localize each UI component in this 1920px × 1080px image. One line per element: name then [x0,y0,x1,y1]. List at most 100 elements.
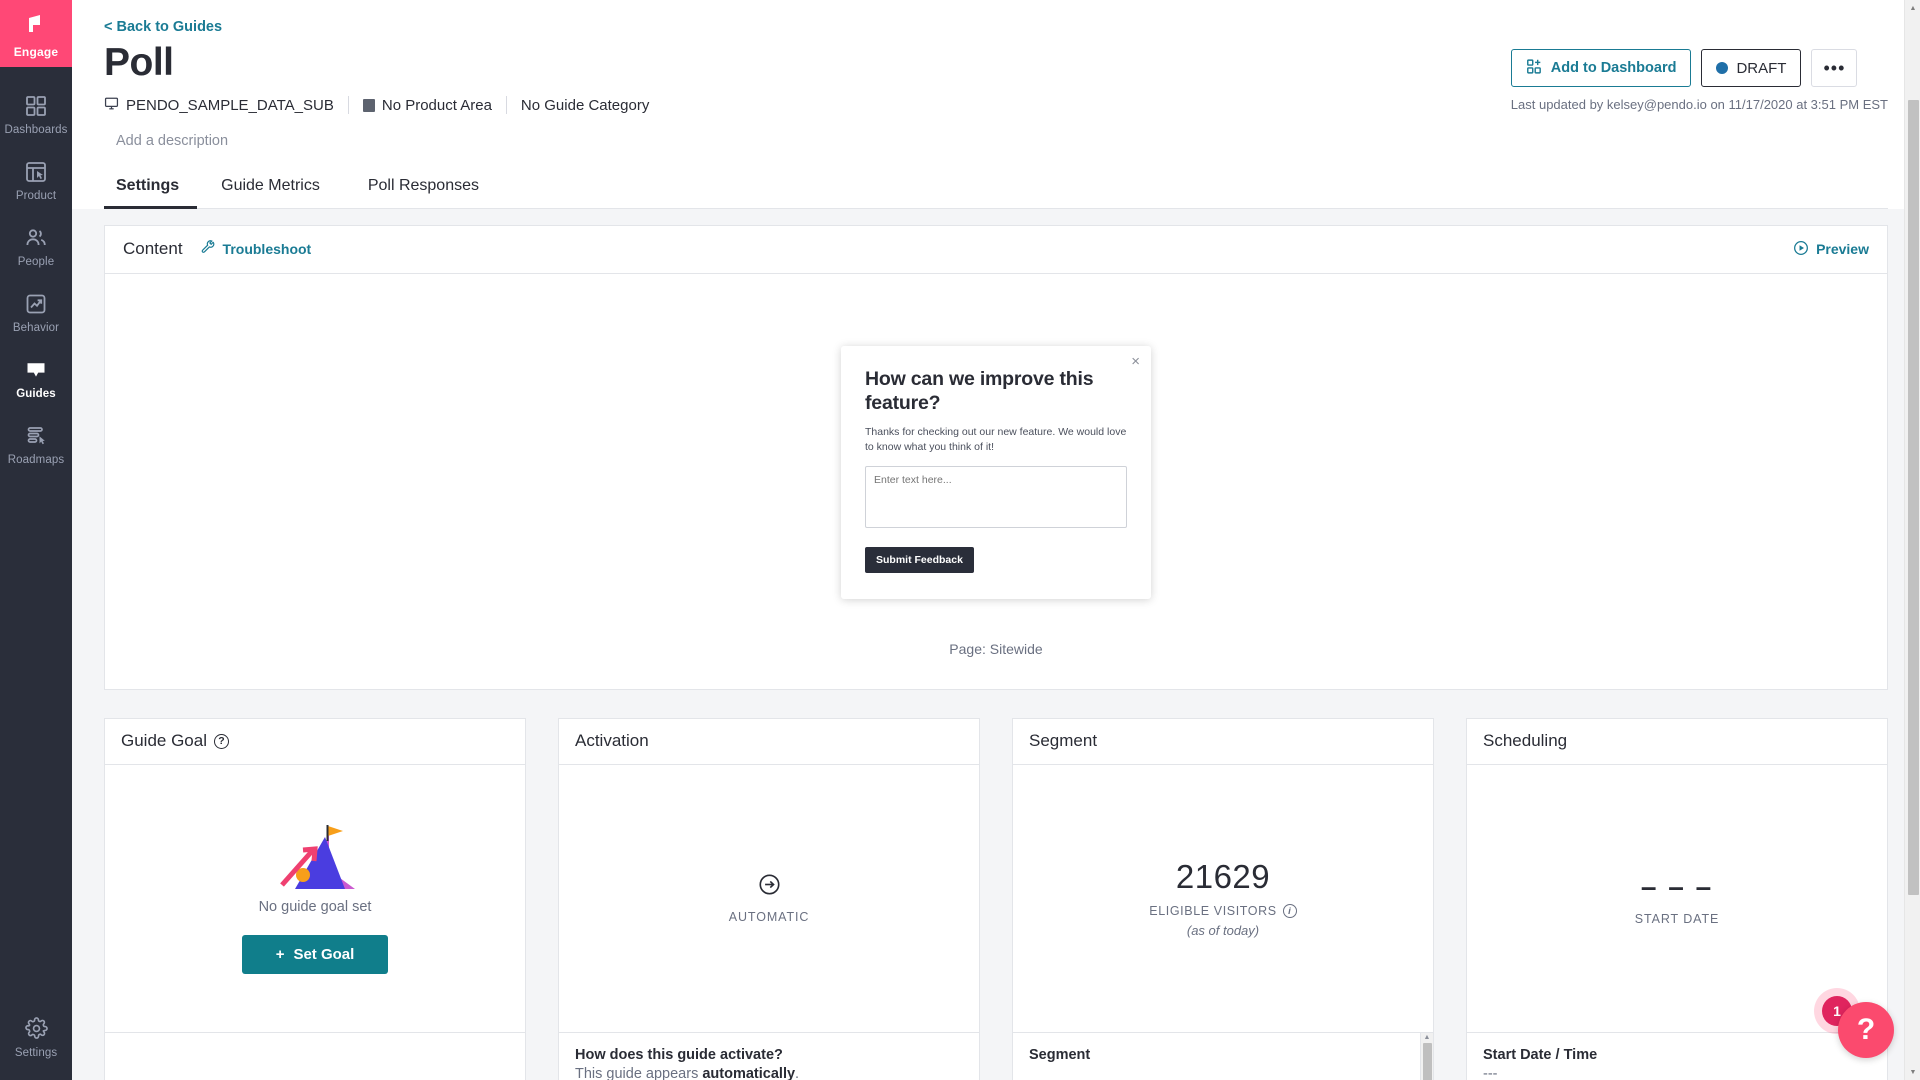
back-to-guides-link[interactable]: < Back to Guides [104,19,222,35]
guides-icon [23,357,49,383]
segment-footer-scrollbar[interactable]: ▲ [1420,1033,1433,1080]
help-launcher: 1 ? [1814,984,1894,1058]
sidebar-item-roadmaps[interactable]: Roadmaps [0,411,72,477]
sidebar-bottom: Settings [0,1004,72,1080]
activation-footer: How does this guide activate? This guide… [559,1033,979,1080]
start-date-caption: START DATE [1635,912,1719,926]
main-region: < Back to Guides Poll [72,0,1920,1080]
activation-header: Activation [559,719,979,765]
sidebar-item-people[interactable]: People [0,213,72,279]
segment-card: Segment 21629 ELIGIBLE VISITORS i (as of… [1012,718,1434,1080]
plus-icon: + [276,946,285,963]
info-icon[interactable]: i [1283,904,1297,918]
activation-body: AUTOMATIC [559,765,979,1033]
tab-bar: Settings Guide Metrics Poll Responses [104,169,1888,209]
product-icon [23,159,49,185]
header-actions: Add to Dashboard DRAFT ••• [1511,49,1888,87]
meta-guide-category-label: No Guide Category [521,97,649,114]
status-draft-button[interactable]: DRAFT [1701,49,1801,87]
meta-product-area[interactable]: No Product Area [349,97,506,114]
help-icon[interactable]: ? [214,734,229,749]
set-goal-button[interactable]: + Set Goal [242,935,389,974]
sidebar-item-label: Settings [15,1047,57,1059]
activation-foot-prefix: This guide appears [575,1066,702,1080]
pendo-logo-icon [23,12,49,43]
activation-value: AUTOMATIC [729,910,810,924]
scrollbar-thumb[interactable] [1423,1043,1432,1080]
segment-footer: Segment ▲ [1013,1033,1433,1080]
segment-body: 21629 ELIGIBLE VISITORS i (as of today) [1013,765,1433,1033]
poll-text-input[interactable] [865,466,1127,528]
sidebar-item-guides[interactable]: Guides [0,345,72,411]
segment-header: Segment [1013,719,1433,765]
sidebar-item-label: Behavior [13,322,59,334]
brand-engage[interactable]: Engage [0,0,72,67]
more-options-button[interactable]: ••• [1811,49,1857,87]
help-button[interactable]: ? [1838,1002,1894,1058]
title-block: Poll PENDO_SAMPLE_DA [104,41,663,115]
settings-tab-content: Content Troubleshoot [72,209,1920,1080]
eligible-visitors-note: (as of today) [1187,923,1259,938]
guide-goal-empty-text: No guide goal set [259,899,372,915]
poll-submit-button[interactable]: Submit Feedback [865,547,974,573]
poll-preview-modal: × How can we improve this feature? Thank… [841,346,1151,599]
meta-app[interactable]: PENDO_SAMPLE_DATA_SUB [104,96,348,115]
tab-poll-responses[interactable]: Poll Responses [344,169,503,209]
sidebar-item-behavior[interactable]: Behavior [0,279,72,345]
page-scrollbar[interactable]: ▲ ▼ [1904,0,1920,1080]
status-dot-icon [1716,62,1728,74]
scroll-up-arrow-icon[interactable]: ▲ [1421,1033,1433,1043]
sidebar-item-label: People [18,256,54,268]
scheduling-foot-value: --- [1483,1066,1871,1080]
page-scope-label: Page: Sitewide [949,641,1042,657]
sidebar-nav-list: Dashboards Product [0,67,72,477]
sidebar-item-label: Guides [16,388,56,400]
add-description-field[interactable]: Add a description [104,133,1888,149]
tab-settings[interactable]: Settings [104,169,197,209]
add-to-dashboard-button[interactable]: Add to Dashboard [1511,49,1692,87]
preview-button[interactable]: Preview [1793,240,1869,259]
wrench-icon [201,240,216,258]
scroll-up-arrow-icon[interactable]: ▲ [1905,0,1920,16]
close-icon[interactable]: × [1131,354,1140,369]
meta-guide-category[interactable]: No Guide Category [507,97,663,114]
activation-foot-text: This guide appears automatically. [575,1066,963,1080]
content-card: Content Troubleshoot [104,225,1888,690]
sidebar-item-label: Roadmaps [8,454,64,466]
poll-subtitle: Thanks for checking out our new feature.… [865,425,1127,455]
sidebar-item-label: Product [16,190,56,202]
scheduling-foot-title: Start Date / Time [1483,1047,1871,1063]
scheduling-title: Scheduling [1483,731,1567,751]
primary-sidebar: Engage Dashboards [0,0,72,1080]
eligible-visitors-value: 21629 [1176,858,1270,896]
ellipsis-icon: ••• [1824,58,1846,79]
sidebar-item-dashboards[interactable]: Dashboards [0,81,72,147]
page-scrollbar-thumb[interactable] [1908,100,1919,895]
mountain-flag-illustration [269,823,361,895]
content-card-header: Content Troubleshoot [105,226,1887,274]
troubleshoot-label: Troubleshoot [223,241,312,257]
guide-goal-header: Guide Goal ? [105,719,525,765]
scheduling-header: Scheduling [1467,719,1887,765]
sidebar-item-settings[interactable]: Settings [0,1004,72,1070]
behavior-icon [23,291,49,317]
main-scroll-container: < Back to Guides Poll [72,0,1920,1080]
guide-goal-body: No guide goal set + Set Goal [105,765,525,1033]
start-date-value: – – – [1641,871,1713,903]
scroll-down-arrow-icon[interactable]: ▼ [1905,1064,1920,1080]
play-circle-icon [1793,240,1809,259]
sidebar-item-product[interactable]: Product [0,147,72,213]
guide-meta-row: PENDO_SAMPLE_DATA_SUB No Product Area No… [104,96,663,115]
segment-title: Segment [1029,731,1097,751]
dashboards-icon [23,93,49,119]
tab-guide-metrics[interactable]: Guide Metrics [197,169,344,209]
add-to-dashboard-label: Add to Dashboard [1551,60,1677,76]
settings-cards-row: Guide Goal ? [104,718,1888,1080]
people-icon [23,225,49,251]
activation-card: Activation AUTOMATIC [558,718,980,1080]
activation-title: Activation [575,731,649,751]
troubleshoot-button[interactable]: Troubleshoot [201,240,312,258]
set-goal-label: Set Goal [293,946,354,963]
gear-icon [23,1016,49,1042]
meta-app-label: PENDO_SAMPLE_DATA_SUB [126,97,334,114]
